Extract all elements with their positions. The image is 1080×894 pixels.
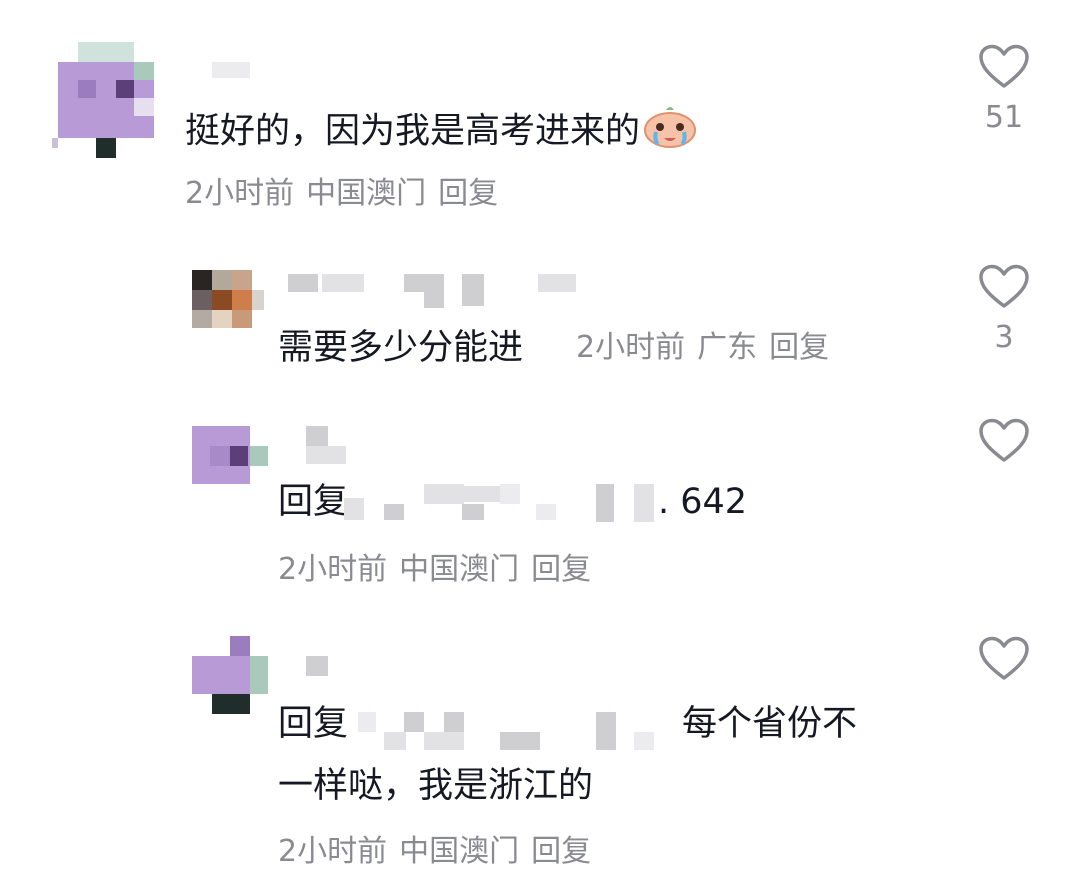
avatar[interactable]	[192, 270, 272, 330]
avatar[interactable]	[192, 636, 272, 716]
heart-outline-icon	[979, 418, 1029, 462]
comment-text: . 642	[658, 478, 747, 526]
heart-outline-icon	[979, 44, 1029, 88]
comment-meta: 2小时前 中国澳门 回复	[185, 174, 510, 214]
username-blurred[interactable]	[306, 656, 328, 676]
comment-location: 中国澳门	[399, 552, 520, 587]
comment-location: 中国澳门	[399, 834, 520, 869]
comment-time: 2小时前	[278, 834, 388, 869]
avatar[interactable]	[52, 42, 156, 160]
like-button[interactable]	[974, 636, 1034, 682]
like-count: 3	[994, 320, 1014, 355]
comment-location: 广东	[697, 330, 758, 365]
comment-text-content: . 642	[658, 482, 748, 522]
reply-prefix: 回复	[278, 700, 348, 748]
comment-time: 2小时前	[278, 552, 388, 587]
reply-prefix: 回复	[278, 478, 348, 526]
like-count: 51	[984, 100, 1024, 135]
like-button[interactable]: 51	[974, 44, 1034, 138]
heart-outline-icon	[979, 264, 1029, 308]
comment-text-line2: 一样哒，我是浙江的	[278, 762, 593, 810]
comment-meta: 2小时前 中国澳门 回复	[278, 832, 603, 872]
comment-text-line1: 每个省份不	[682, 700, 857, 748]
username-blurred[interactable]	[212, 62, 250, 78]
reply-button[interactable]: 回复	[769, 330, 829, 365]
comment-text-content: 需要多少分能进	[278, 328, 524, 368]
reply-prefix-text: 回复	[278, 482, 349, 522]
comment-time: 2小时前	[185, 176, 295, 211]
reply-button[interactable]: 回复	[438, 176, 498, 211]
comment-text: 需要多少分能进	[278, 324, 523, 372]
heart-outline-icon	[979, 636, 1029, 680]
avatar[interactable]	[192, 426, 272, 486]
reply-button[interactable]: 回复	[531, 834, 591, 869]
comment-text-content: 一样哒，我是浙江的	[278, 766, 594, 806]
crying-face-emoji	[642, 104, 698, 161]
reply-button[interactable]: 回复	[531, 552, 591, 587]
comment-meta: 2小时前 中国澳门 回复	[278, 550, 603, 590]
comment-location: 中国澳门	[306, 176, 427, 211]
like-button[interactable]	[974, 418, 1034, 464]
comment-meta: 2小时前 广东 回复	[576, 328, 841, 368]
like-button[interactable]: 3	[974, 264, 1034, 358]
comment-text-content: 挺好的，因为我是高考进来的	[185, 111, 641, 152]
comment-text-content: 每个省份不	[682, 704, 858, 744]
comment-text: 挺好的，因为我是高考进来的	[185, 104, 698, 161]
reply-prefix-text: 回复	[278, 704, 349, 744]
comment-time: 2小时前	[576, 330, 686, 365]
